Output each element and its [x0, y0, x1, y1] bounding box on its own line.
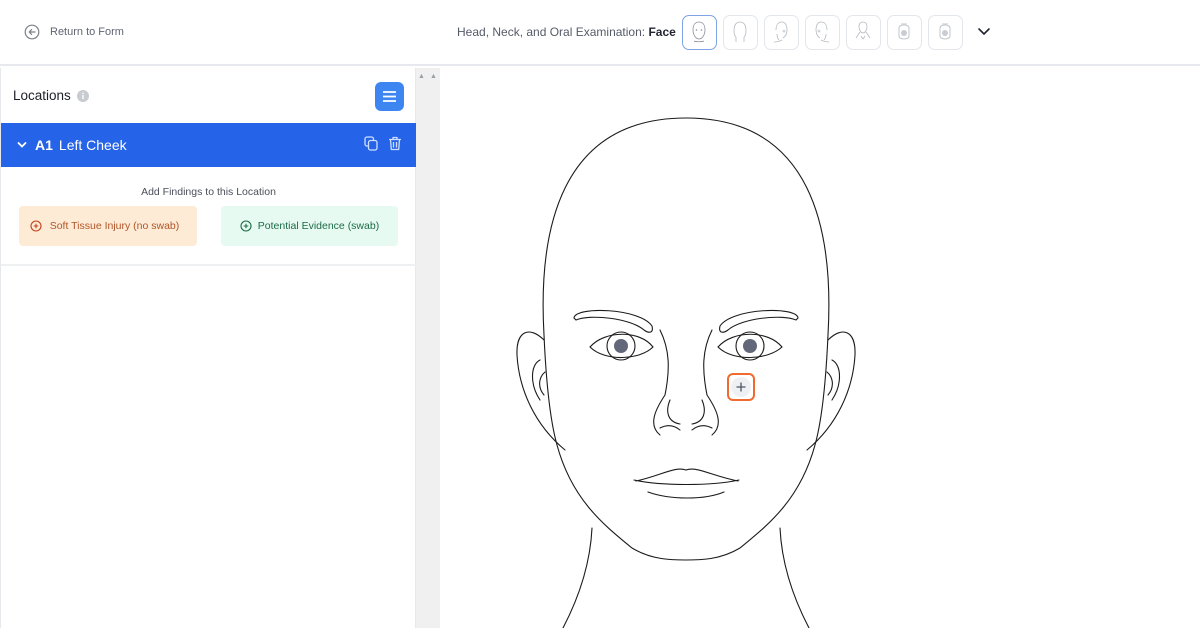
- scroll-up-arrow-icon[interactable]: ▲: [418, 73, 425, 80]
- locations-menu-button[interactable]: [375, 82, 404, 111]
- hamburger-icon: [383, 91, 396, 102]
- return-to-form-label: Return to Form: [50, 26, 124, 38]
- plus-circle-icon: [240, 220, 252, 232]
- arrow-left-circle-icon: [24, 24, 40, 40]
- neck-front-icon: [855, 21, 871, 40]
- exam-view-selector: Head, Neck, and Oral Examination: Face: [457, 14, 991, 50]
- left-pupil: [614, 339, 628, 353]
- exam-view-name: Face: [648, 25, 676, 39]
- head-right-icon: [774, 21, 788, 43]
- body-diagram-canvas[interactable]: [440, 68, 1200, 628]
- nose: [653, 329, 719, 436]
- trash-icon[interactable]: [388, 136, 402, 151]
- view-thumb-head-right[interactable]: [763, 14, 799, 50]
- add-soft-tissue-injury-button[interactable]: Soft Tissue Injury (no swab): [19, 206, 197, 246]
- chevron-down-icon[interactable]: [17, 141, 27, 149]
- view-thumb-face-front[interactable]: [681, 14, 717, 50]
- exam-title: Head, Neck, and Oral Examination: Face: [457, 25, 676, 39]
- right-ear: [806, 331, 856, 451]
- view-thumb-head-back[interactable]: [722, 14, 758, 50]
- right-pupil: [743, 339, 757, 353]
- view-thumb-neck-front[interactable]: [845, 14, 881, 50]
- scroll-up-arrow-icon[interactable]: ▲: [430, 73, 437, 80]
- info-icon[interactable]: [76, 89, 89, 102]
- locations-heading: Locations: [13, 88, 89, 103]
- location-marker-a1[interactable]: [727, 373, 755, 401]
- view-thumb-mouth-lower[interactable]: [927, 14, 963, 50]
- neck-outline: [562, 527, 810, 628]
- left-eyebrow: [573, 309, 653, 333]
- mouth-upper-icon: [898, 23, 910, 40]
- add-potential-evidence-button[interactable]: Potential Evidence (swab): [221, 206, 398, 246]
- right-eyebrow: [719, 309, 799, 333]
- divider: [1, 264, 416, 266]
- mouth: [633, 468, 740, 499]
- locations-panel: Locations A1 Left Cheek Add Findings to …: [0, 68, 416, 628]
- marker-add-icon: [731, 377, 751, 397]
- add-findings-label: Add Findings to this Location: [141, 186, 276, 198]
- face-diagram[interactable]: [440, 68, 1200, 628]
- top-bar: Return to Form Head, Neck, and Oral Exam…: [0, 0, 1200, 66]
- view-thumb-head-left[interactable]: [804, 14, 840, 50]
- mouth-lower-icon: [939, 23, 951, 40]
- head-outline: [542, 117, 830, 561]
- head-back-icon: [733, 21, 747, 42]
- chevron-down-icon[interactable]: [977, 27, 991, 37]
- head-left-icon: [815, 21, 830, 43]
- plus-circle-icon: [30, 220, 42, 232]
- left-ear: [516, 331, 566, 451]
- return-to-form-button[interactable]: Return to Form: [24, 24, 124, 40]
- location-code: A1: [35, 137, 53, 153]
- location-row-a1[interactable]: A1 Left Cheek: [1, 123, 416, 167]
- face-front-icon: [692, 21, 706, 43]
- location-name: Left Cheek: [58, 137, 127, 153]
- duplicate-icon[interactable]: [364, 136, 378, 151]
- panel-resize-gutter[interactable]: ▲ ▲: [416, 68, 440, 628]
- view-thumb-mouth-upper[interactable]: [886, 14, 922, 50]
